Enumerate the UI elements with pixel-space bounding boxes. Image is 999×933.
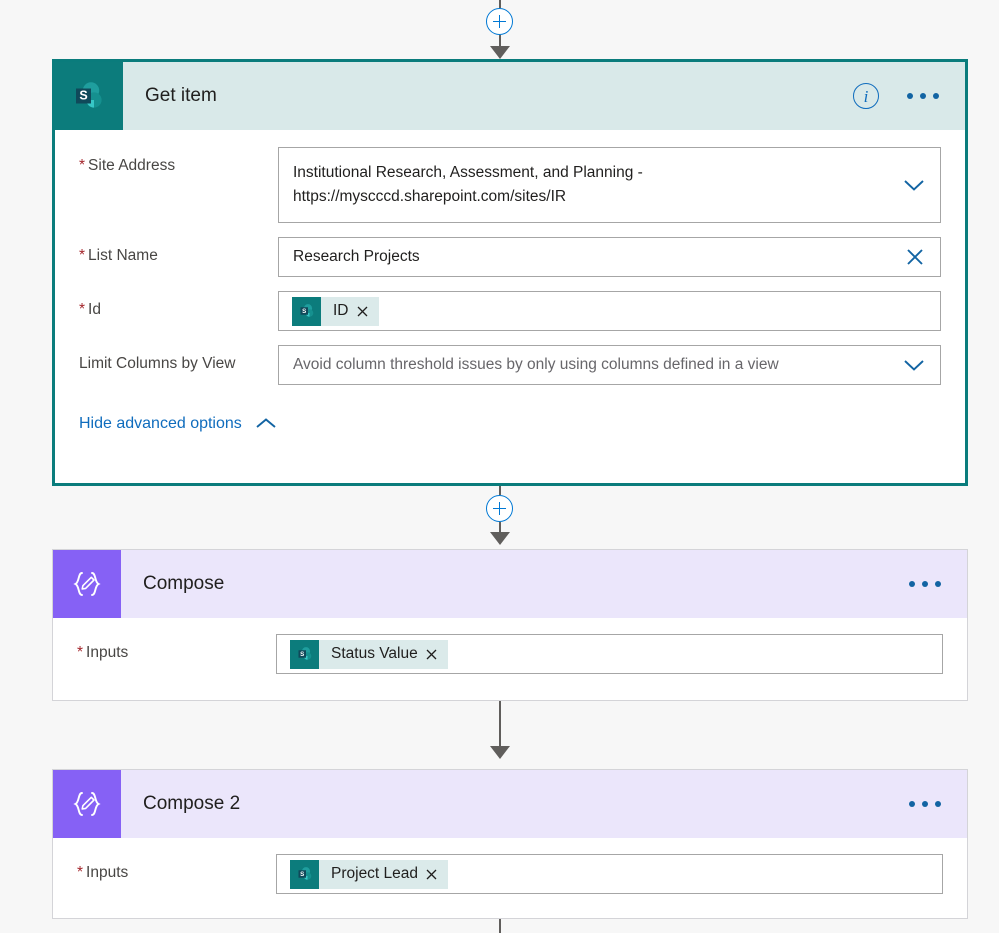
field-row-inputs: * Inputs S Status Value — [53, 618, 967, 674]
sharepoint-icon: S — [290, 859, 319, 889]
chevron-up-icon — [255, 417, 277, 431]
card-body-compose: * Inputs S Status Value — [53, 618, 967, 674]
svg-text:S: S — [300, 871, 304, 878]
connector-line — [498, 701, 501, 746]
more-options-button[interactable] — [905, 87, 941, 105]
field-label-site-address: * Site Address — [79, 157, 176, 174]
field-row-site-address: * Site Address Institutional Research, As… — [55, 130, 965, 223]
field-label-list-name: * List Name — [79, 247, 158, 264]
dot — [922, 801, 928, 807]
dot — [933, 93, 939, 99]
field-row-list-name: * List Name Research Projects — [55, 223, 965, 277]
card-title: Compose — [143, 573, 225, 594]
required-indicator: * — [79, 247, 86, 264]
dot — [909, 801, 915, 807]
card-header-actions — [907, 575, 967, 593]
svg-text:S: S — [300, 651, 304, 658]
remove-token-icon[interactable] — [357, 306, 379, 317]
card-title: Compose 2 — [143, 793, 241, 814]
card-header-get-item: S Get item i — [55, 62, 965, 130]
token-label: Status Value — [331, 645, 418, 662]
field-label-id: * Id — [79, 301, 101, 318]
required-indicator: * — [79, 301, 86, 318]
compose-icon — [53, 770, 121, 838]
compose-inputs-field[interactable]: S Status Value — [276, 634, 943, 674]
dot — [920, 93, 926, 99]
chevron-down-icon[interactable] — [890, 357, 926, 373]
connector-top — [0, 0, 999, 59]
remove-token-icon[interactable] — [426, 649, 448, 660]
close-icon[interactable] — [892, 246, 926, 268]
field-label-inputs: * Inputs — [77, 864, 129, 881]
card-body-get-item: * Site Address Institutional Research, As… — [55, 130, 965, 433]
connector-bottom — [0, 919, 999, 933]
connector-compose-to-compose2 — [0, 701, 999, 759]
field-row-id: * Id S ID — [55, 277, 965, 331]
token-label: Project Lead — [331, 865, 419, 882]
dot — [935, 581, 941, 587]
arrow-head-icon — [489, 746, 510, 759]
more-options-button[interactable] — [907, 795, 943, 813]
dot — [922, 581, 928, 587]
sharepoint-icon: S — [292, 296, 321, 326]
advanced-options-label: Hide advanced options — [79, 415, 242, 432]
limit-columns-dropdown[interactable]: Avoid column threshold issues by only us… — [278, 345, 941, 385]
dot — [907, 93, 913, 99]
connector-line — [498, 0, 501, 8]
card-title: Get item — [145, 85, 217, 106]
toggle-advanced-options-button[interactable]: Hide advanced options — [55, 385, 965, 433]
card-body-compose-2: * Inputs S Project Lead — [53, 838, 967, 894]
arrow-head-icon — [489, 46, 510, 59]
add-step-button-top[interactable] — [486, 8, 513, 35]
svg-text:S: S — [79, 89, 87, 103]
field-label-limit-columns: Limit Columns by View — [79, 355, 236, 372]
info-icon[interactable]: i — [853, 83, 879, 109]
action-card-compose-2[interactable]: Compose 2 * Inputs S Project Lead — [52, 769, 968, 919]
action-card-compose[interactable]: Compose * Inputs S Status Value — [52, 549, 968, 701]
site-address-line-2: https://myscccd.sharepoint.com/sites/IR — [293, 188, 567, 205]
remove-token-icon[interactable] — [426, 869, 448, 880]
add-step-button-middle[interactable] — [486, 495, 513, 522]
required-indicator: * — [77, 644, 84, 661]
dot — [909, 581, 915, 587]
connector-getitem-to-compose — [0, 486, 999, 545]
card-header-actions: i — [853, 83, 965, 109]
svg-text:S: S — [302, 308, 306, 315]
dynamic-content-token-id[interactable]: S ID — [292, 296, 379, 326]
connector-line — [498, 35, 501, 46]
more-options-button[interactable] — [907, 575, 943, 593]
field-row-inputs: * Inputs S Project Lead — [53, 838, 967, 894]
dynamic-content-token-status-value[interactable]: S Status Value — [290, 639, 448, 669]
chevron-down-icon[interactable] — [890, 177, 926, 193]
flow-designer-canvas: S Get item i * Site Address Institutiona… — [0, 0, 999, 933]
required-indicator: * — [79, 157, 86, 174]
sharepoint-icon: S — [55, 62, 123, 130]
card-header-compose: Compose — [53, 550, 967, 618]
dot — [935, 801, 941, 807]
action-card-get-item[interactable]: S Get item i * Site Address Institutiona… — [52, 59, 968, 486]
dynamic-content-token-project-lead[interactable]: S Project Lead — [290, 859, 449, 889]
connector-line — [498, 486, 501, 495]
limit-columns-placeholder: Avoid column threshold issues by only us… — [293, 355, 779, 373]
list-name-value: Research Projects — [293, 247, 420, 265]
site-address-dropdown[interactable]: Institutional Research, Assessment, and … — [278, 147, 941, 223]
compose-icon — [53, 550, 121, 618]
connector-line — [498, 522, 501, 532]
connector-line — [498, 919, 501, 933]
site-address-line-1: Institutional Research, Assessment, and … — [293, 163, 643, 181]
list-name-input[interactable]: Research Projects — [278, 237, 941, 277]
field-label-inputs: * Inputs — [77, 644, 129, 661]
required-indicator: * — [77, 864, 84, 881]
field-row-limit-columns: Limit Columns by View Avoid column thres… — [55, 331, 965, 385]
card-header-compose-2: Compose 2 — [53, 770, 967, 838]
sharepoint-icon: S — [290, 639, 319, 669]
token-label: ID — [333, 302, 349, 319]
compose-2-inputs-field[interactable]: S Project Lead — [276, 854, 943, 894]
arrow-head-icon — [489, 532, 510, 545]
id-input[interactable]: S ID — [278, 291, 941, 331]
site-address-value: Institutional Research, Assessment, and … — [293, 161, 643, 209]
card-header-actions — [907, 795, 967, 813]
